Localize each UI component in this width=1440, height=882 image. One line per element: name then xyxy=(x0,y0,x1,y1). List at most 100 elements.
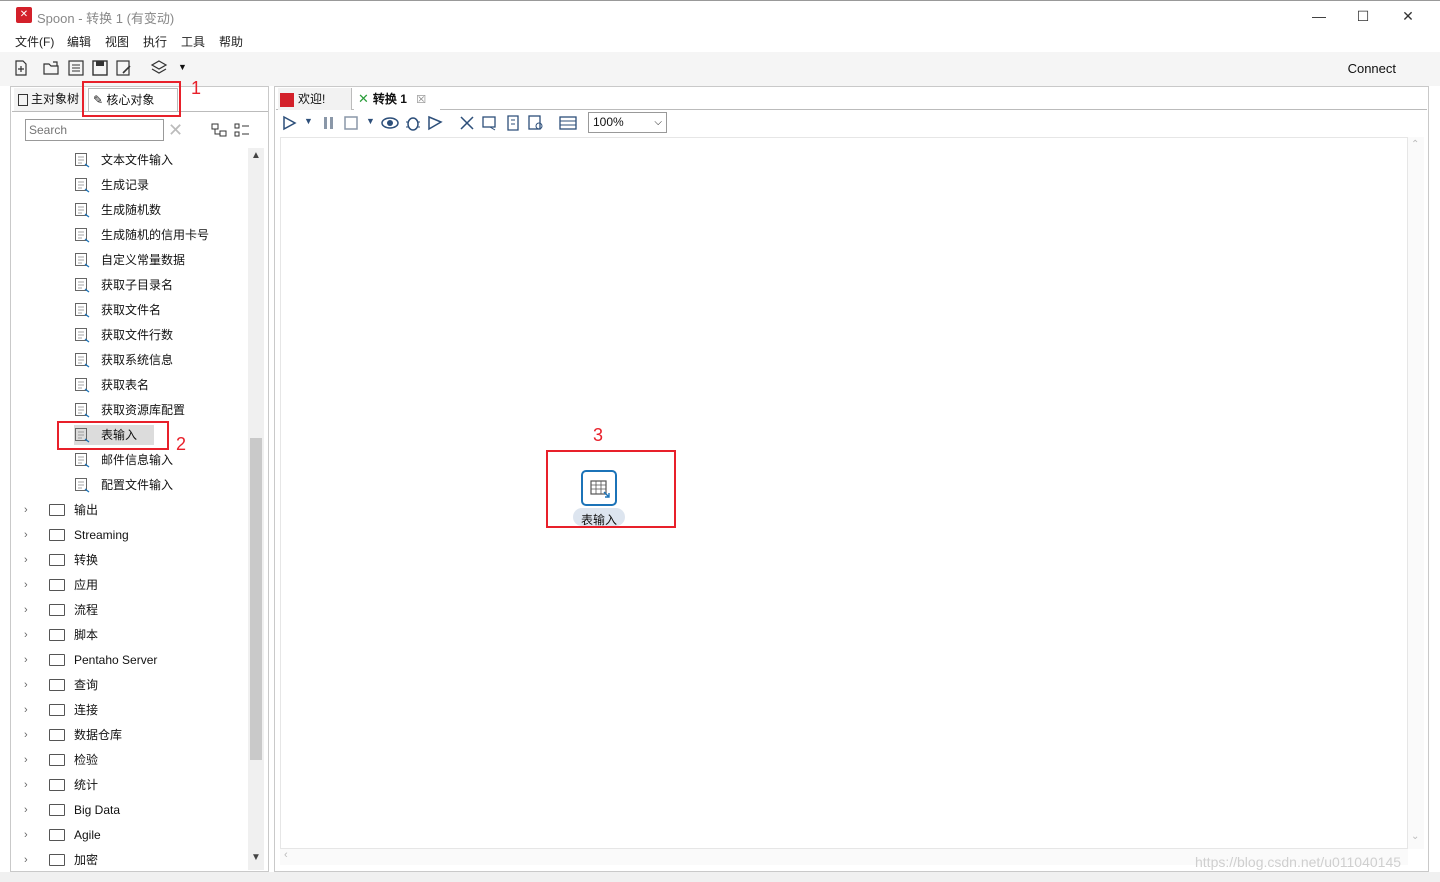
step-icon xyxy=(75,253,90,268)
folder-icon xyxy=(49,704,65,716)
verify-icon[interactable] xyxy=(458,114,476,132)
annotation-box-2 xyxy=(57,421,169,450)
tree-folder-item[interactable]: › 应用 xyxy=(24,575,244,595)
expand-tree-icon[interactable] xyxy=(233,122,251,138)
annotation-box-3 xyxy=(546,450,676,528)
scroll-up-icon[interactable]: ⌃ xyxy=(1411,139,1419,150)
chevron-right-icon[interactable]: › xyxy=(24,800,28,820)
minimize-button[interactable]: — xyxy=(1297,4,1341,28)
open-file-icon[interactable] xyxy=(42,59,60,77)
tree-folder-label: Big Data xyxy=(74,803,121,817)
chevron-right-icon[interactable]: › xyxy=(24,625,28,645)
search-input[interactable] xyxy=(25,119,164,141)
transformation-canvas[interactable] xyxy=(280,137,1408,849)
tree-folder-item[interactable]: › 数据仓库 xyxy=(24,725,244,745)
chevron-right-icon[interactable]: › xyxy=(24,525,28,545)
tree-folder-item[interactable]: › Pentaho Server xyxy=(24,650,244,670)
chevron-right-icon[interactable]: › xyxy=(24,575,28,595)
menu-view[interactable]: 视图 xyxy=(105,33,129,50)
pause-icon[interactable] xyxy=(320,114,338,132)
tree-folder-item[interactable]: › Agile xyxy=(24,825,244,845)
chevron-right-icon[interactable]: › xyxy=(24,725,28,745)
tab-main-object-tree[interactable]: 主对象树 xyxy=(14,88,86,111)
tree-folder-item[interactable]: › 查询 xyxy=(24,675,244,695)
save-icon[interactable] xyxy=(91,59,109,77)
folder-icon xyxy=(49,529,65,541)
menu-tools[interactable]: 工具 xyxy=(181,33,205,50)
chevron-right-icon[interactable]: › xyxy=(24,850,28,870)
chevron-right-icon[interactable]: › xyxy=(24,825,28,845)
folder-icon xyxy=(49,554,65,566)
scroll-down-icon[interactable]: ▼ xyxy=(251,852,261,863)
step-icon xyxy=(75,203,90,218)
tree-folder-label: 流程 xyxy=(74,603,99,617)
tree-leaf-label: 获取文件行数 xyxy=(101,328,174,342)
chevron-right-icon[interactable]: › xyxy=(24,750,28,770)
tree-scrollbar-thumb[interactable] xyxy=(250,438,262,760)
debug-icon[interactable] xyxy=(404,114,422,132)
chevron-right-icon[interactable]: › xyxy=(24,650,28,670)
save-as-icon[interactable] xyxy=(115,59,133,77)
folder-icon xyxy=(49,804,65,816)
preview-icon[interactable] xyxy=(380,114,400,132)
close-button[interactable]: ✕ xyxy=(1386,4,1430,28)
folder-icon xyxy=(49,679,65,691)
folder-icon xyxy=(49,654,65,666)
folder-icon xyxy=(49,629,65,641)
clear-search-icon[interactable]: ✕ xyxy=(168,120,183,140)
step-icon xyxy=(75,378,90,393)
collapse-tree-icon[interactable] xyxy=(210,122,228,138)
tree-folder-label: 检验 xyxy=(74,753,99,767)
chevron-right-icon[interactable]: › xyxy=(24,550,28,570)
layers-dropdown-icon[interactable]: ▼ xyxy=(178,62,187,72)
tree-folder-item[interactable]: › 流程 xyxy=(24,600,244,620)
maximize-button[interactable]: ☐ xyxy=(1341,4,1385,28)
chevron-right-icon[interactable]: › xyxy=(24,600,28,620)
scroll-left-icon[interactable]: ‹ xyxy=(284,849,288,861)
explore-repository-icon[interactable] xyxy=(67,59,85,77)
tree-folder-item[interactable]: › 输出 xyxy=(24,500,244,520)
tree-folder-item[interactable]: › 检验 xyxy=(24,750,244,770)
menu-run[interactable]: 执行 xyxy=(143,33,167,50)
menu-file[interactable]: 文件(F) xyxy=(15,33,54,50)
folder-icon xyxy=(49,754,65,766)
connect-button[interactable]: Connect xyxy=(1348,61,1396,76)
sql-icon[interactable] xyxy=(504,114,522,132)
show-results-icon[interactable] xyxy=(558,114,578,132)
tree-folder-item[interactable]: › 脚本 xyxy=(24,625,244,645)
layers-icon[interactable] xyxy=(150,59,168,77)
tree-folder-label: 统计 xyxy=(74,778,99,792)
tab-welcome[interactable]: 欢迎! xyxy=(278,88,352,110)
run-icon[interactable] xyxy=(280,114,298,132)
tab-transformation-1[interactable]: ✕ 转换 1 ☒ xyxy=(354,88,440,110)
chevron-right-icon[interactable]: › xyxy=(24,700,28,720)
tree-folder-item[interactable]: › 转换 xyxy=(24,550,244,570)
stop-icon[interactable] xyxy=(342,114,360,132)
replay-icon[interactable] xyxy=(426,114,444,132)
tree-folder-item[interactable]: › Streaming xyxy=(24,525,244,545)
tree-folder-item[interactable]: › 加密 xyxy=(24,850,244,870)
menu-edit[interactable]: 编辑 xyxy=(67,33,91,50)
scroll-down-icon[interactable]: ⌄ xyxy=(1411,831,1419,842)
title-bar xyxy=(0,0,1440,32)
close-tab-icon[interactable]: ☒ xyxy=(416,94,426,106)
zoom-select[interactable]: 100% ⌵ xyxy=(588,112,667,133)
menu-help[interactable]: 帮助 xyxy=(219,33,243,50)
scroll-up-icon[interactable]: ▲ xyxy=(251,150,261,161)
chevron-right-icon[interactable]: › xyxy=(24,500,28,520)
tree-icon xyxy=(18,93,28,106)
tree-leaf-label: 生成记录 xyxy=(101,178,150,192)
tree-folder-item[interactable]: › 连接 xyxy=(24,700,244,720)
stop-dropdown-icon[interactable]: ▼ xyxy=(366,116,375,126)
explore-db-icon[interactable] xyxy=(527,114,545,132)
tree-folder-item[interactable]: › 统计 xyxy=(24,775,244,795)
canvas-vertical-scrollbar[interactable]: ⌃ ⌄ xyxy=(1408,137,1424,849)
impact-icon[interactable] xyxy=(481,114,499,132)
new-file-icon[interactable] xyxy=(12,59,30,77)
run-dropdown-icon[interactable]: ▼ xyxy=(304,116,313,126)
chevron-right-icon[interactable]: › xyxy=(24,675,28,695)
chevron-right-icon[interactable]: › xyxy=(24,775,28,795)
tree-folder-item[interactable]: › Big Data xyxy=(24,800,244,820)
main-toolbar: ▼ Connect xyxy=(0,52,1440,86)
window-title: Spoon - 转换 1 (有变动) xyxy=(37,11,175,26)
